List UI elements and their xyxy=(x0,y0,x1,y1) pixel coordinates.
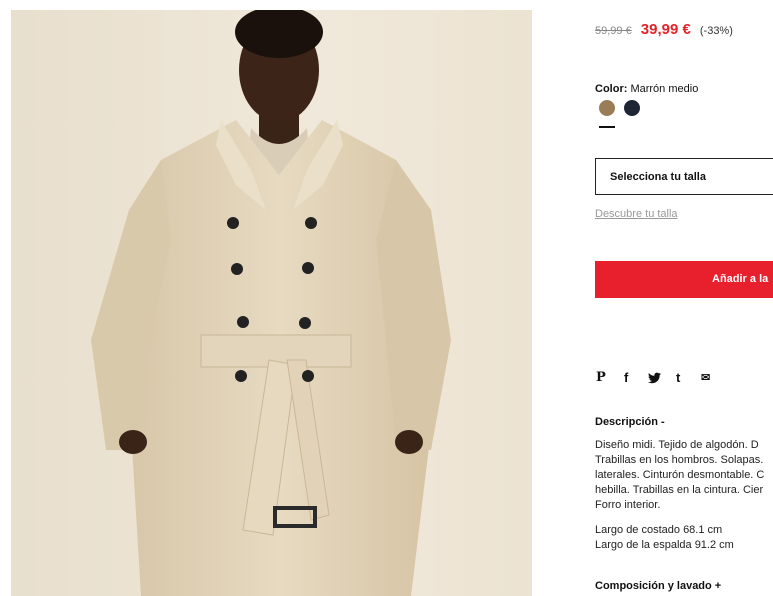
twitter-icon[interactable] xyxy=(648,370,661,388)
swatch-navy[interactable] xyxy=(624,100,640,116)
color-label: Color: xyxy=(595,83,628,95)
facebook-icon[interactable]: f xyxy=(624,370,628,386)
discount-badge: (-33%) xyxy=(699,25,733,37)
measurements: Largo de costado 68.1 cm Largo de la esp… xyxy=(595,523,734,553)
color-value: Marrón medio xyxy=(630,83,699,95)
selected-swatch-indicator xyxy=(599,126,615,128)
swatch-brown[interactable] xyxy=(599,100,615,116)
product-info-panel: 59,99 € 39,99 € (-33%) Color: Marrón med… xyxy=(595,0,773,596)
description-line: Trabillas en los hombros. Solapas. xyxy=(595,454,764,466)
size-select[interactable]: Selecciona tu talla xyxy=(595,158,773,195)
pinterest-icon[interactable]: P xyxy=(596,370,606,386)
description-line: Diseño midi. Tejido de algodón. D xyxy=(595,439,759,451)
side-length: Largo de costado 68.1 cm xyxy=(595,524,723,536)
price-row: 59,99 € 39,99 € (-33%) xyxy=(595,21,733,38)
size-guide-link[interactable]: Descubre tu talla xyxy=(595,208,678,220)
description-line: laterales. Cinturón desmontable. C xyxy=(595,469,765,481)
sale-price: 39,99 € xyxy=(640,21,691,38)
tumblr-icon[interactable]: t xyxy=(676,370,680,386)
description-line: Forro interior. xyxy=(595,499,661,511)
description-title[interactable]: Descripción - xyxy=(595,416,665,428)
old-price: 59,99 € xyxy=(595,25,632,37)
model-illustration xyxy=(11,10,532,596)
color-label-row: Color: Marrón medio xyxy=(595,83,698,95)
add-to-cart-button[interactable]: Añadir a la xyxy=(595,261,773,298)
description-line: hebilla. Trabillas en la cintura. Cier xyxy=(595,484,764,496)
composition-title[interactable]: Composición y lavado + xyxy=(595,580,721,592)
product-image[interactable] xyxy=(11,10,532,596)
description-text: Diseño midi. Tejido de algodón. D Trabil… xyxy=(595,438,773,513)
back-length: Largo de la espalda 91.2 cm xyxy=(595,539,734,551)
email-icon[interactable]: ✉ xyxy=(701,370,710,386)
